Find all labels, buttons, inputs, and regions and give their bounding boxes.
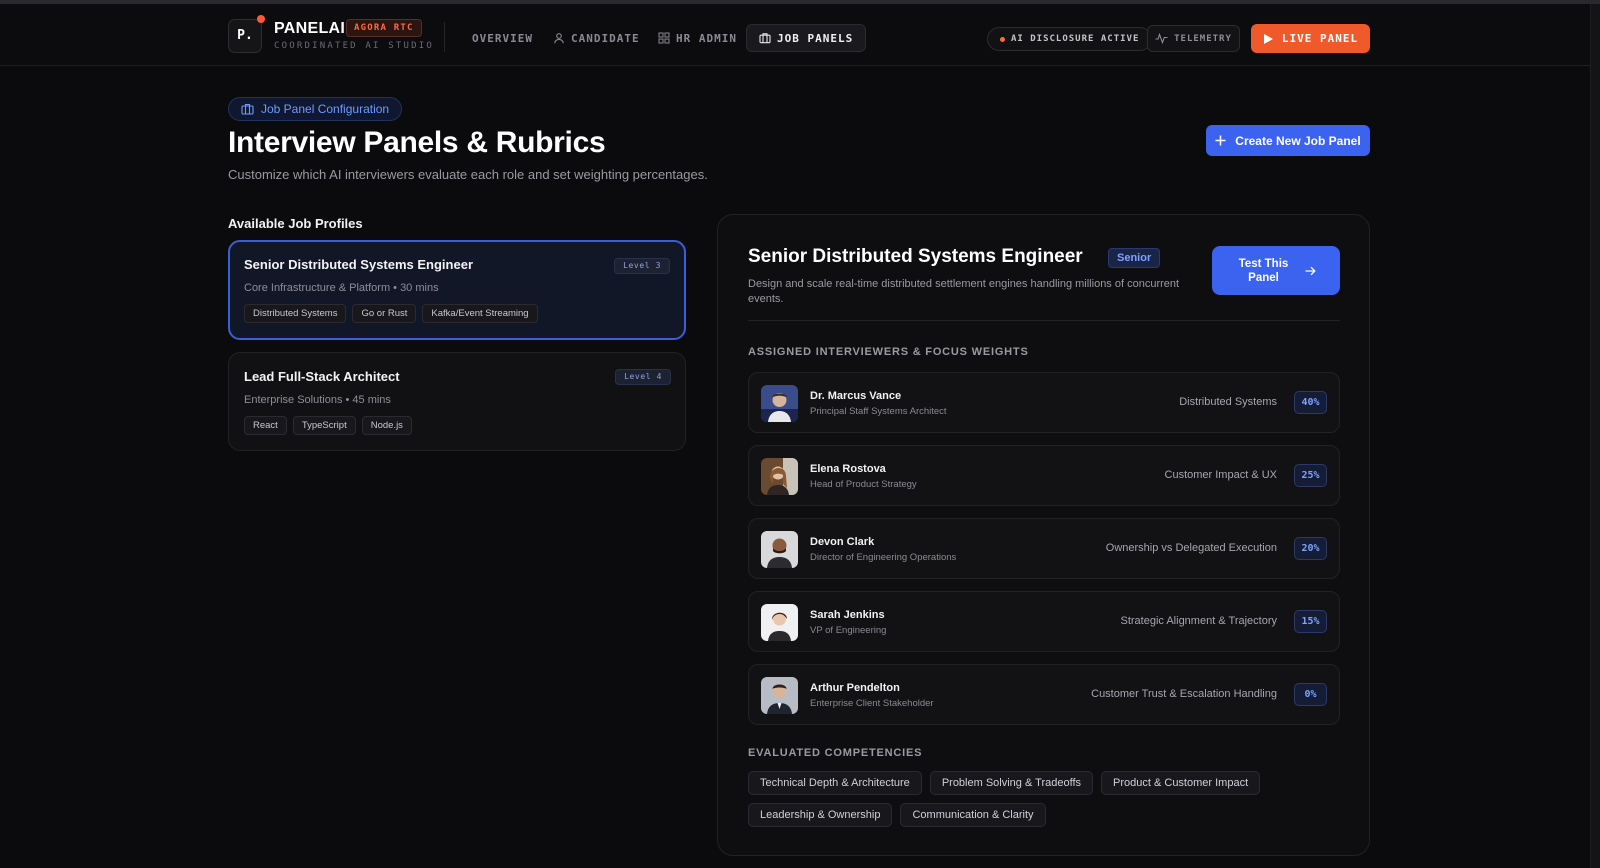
competency-tag: Product & Customer Impact xyxy=(1101,771,1261,795)
nav-divider xyxy=(444,22,445,52)
job-profiles-heading: Available Job Profiles xyxy=(228,216,363,231)
competencies-heading: EVALUATED COMPETENCIES xyxy=(748,747,923,759)
job-tag: Distributed Systems xyxy=(244,304,347,323)
focus-area: Ownership vs Delegated Execution xyxy=(1105,542,1277,554)
interviewer-row[interactable]: Arthur Pendelton Enterprise Client Stake… xyxy=(748,664,1340,725)
competency-tag: Problem Solving & Tradeoffs xyxy=(929,771,1094,795)
competency-tag: Communication & Clarity xyxy=(900,803,1046,827)
nav-item-label: OVERVIEW xyxy=(472,31,533,45)
avatar xyxy=(761,604,798,641)
interviewer-row[interactable]: Elena Rostova Head of Product Strategy C… xyxy=(748,445,1340,506)
nav-item-label: JOB PANELS xyxy=(777,31,854,45)
page-title: Interview Panels & Rubrics xyxy=(228,126,606,159)
create-job-panel-button[interactable]: Create New Job Panel xyxy=(1206,125,1370,156)
live-panel-button[interactable]: LIVE PANEL xyxy=(1251,24,1370,53)
job-tag: Node.js xyxy=(361,416,412,435)
job-tag: React xyxy=(244,416,287,435)
job-card-lead-full-stack[interactable]: Lead Full-Stack Architect Level 4 Enterp… xyxy=(228,352,686,451)
seniority-badge: Senior xyxy=(1108,248,1161,268)
focus-weight[interactable]: 20% xyxy=(1294,537,1327,560)
detail-title: Senior Distributed Systems Engineer xyxy=(748,246,1083,267)
page-subtitle: Customize which AI interviewers evaluate… xyxy=(228,167,708,182)
job-panel-config-label: Job Panel Configuration xyxy=(261,102,390,116)
test-panel-label: Test This Panel xyxy=(1238,257,1289,284)
ai-disclosure-badge: AI DISCLOSURE ACTIVE xyxy=(987,27,1153,51)
divider xyxy=(748,320,1340,321)
nav-item-hr-admin[interactable]: HR ADMIN xyxy=(646,24,749,52)
focus-weight[interactable]: 15% xyxy=(1294,610,1327,633)
interviewer-role: Head of Product Strategy xyxy=(810,479,917,490)
interviewer-role: Enterprise Client Stakeholder xyxy=(810,698,934,709)
job-tag: TypeScript xyxy=(292,416,356,435)
nav-item-label: CANDIDATE xyxy=(571,31,640,45)
telemetry-button[interactable]: TELEMETRY xyxy=(1147,25,1240,52)
job-meta: Core Infrastructure & Platform • 30 mins xyxy=(244,282,439,294)
plus-icon xyxy=(1215,135,1226,146)
brand-name: PANELAI xyxy=(274,20,346,37)
job-card-senior-distributed[interactable]: Senior Distributed Systems Engineer Leve… xyxy=(228,240,686,340)
job-panel-detail: Senior Distributed Systems Engineer Seni… xyxy=(717,214,1370,856)
job-tag: Kafka/Event Streaming xyxy=(422,304,538,323)
activity-icon xyxy=(1155,33,1168,44)
create-job-panel-label: Create New Job Panel xyxy=(1235,133,1361,148)
level-badge: Level 3 xyxy=(614,258,670,274)
job-title: Lead Full-Stack Architect xyxy=(244,369,400,384)
interviewer-role: Director of Engineering Operations xyxy=(810,552,957,563)
status-dot-icon xyxy=(257,15,265,23)
focus-weight[interactable]: 40% xyxy=(1294,391,1327,414)
grid-icon xyxy=(658,32,670,44)
ai-disclosure-label: AI DISCLOSURE ACTIVE xyxy=(1011,34,1140,44)
brand-subtitle: COORDINATED AI STUDIO xyxy=(274,41,434,51)
job-panel-config-chip: Job Panel Configuration xyxy=(228,97,403,121)
job-tag: Go or Rust xyxy=(352,304,417,323)
avatar xyxy=(761,458,798,495)
focus-area: Customer Impact & UX xyxy=(1164,469,1277,481)
job-title: Senior Distributed Systems Engineer xyxy=(244,257,474,272)
focus-area: Customer Trust & Escalation Handling xyxy=(1091,688,1277,700)
competency-tag: Leadership & Ownership xyxy=(748,803,893,827)
job-meta: Enterprise Solutions • 45 mins xyxy=(244,394,391,406)
competency-tag: Technical Depth & Architecture xyxy=(748,771,922,795)
play-icon xyxy=(1263,33,1273,44)
logo-icon[interactable]: P. xyxy=(228,19,262,53)
user-icon xyxy=(554,33,564,44)
interviewer-name: Elena Rostova xyxy=(810,463,886,475)
avatar xyxy=(761,531,798,568)
briefcase-icon xyxy=(241,103,254,115)
avatar xyxy=(761,677,798,714)
avatar xyxy=(761,385,798,422)
top-nav: P. PANELAI AGORA RTC COORDINATED AI STUD… xyxy=(0,4,1590,66)
interviewer-row[interactable]: Devon Clark Director of Engineering Oper… xyxy=(748,518,1340,579)
interviewer-name: Sarah Jenkins xyxy=(810,609,885,621)
nav-item-candidate[interactable]: CANDIDATE xyxy=(541,24,652,52)
live-panel-label: LIVE PANEL xyxy=(1281,32,1359,45)
level-badge: Level 4 xyxy=(615,369,671,385)
interviewer-row[interactable]: Sarah Jenkins VP of Engineering Strategi… xyxy=(748,591,1340,652)
interviewer-name: Arthur Pendelton xyxy=(810,682,900,694)
scrollbar[interactable] xyxy=(1590,4,1600,868)
interviewer-role: VP of Engineering xyxy=(810,625,887,636)
telemetry-label: TELEMETRY xyxy=(1174,33,1232,44)
test-panel-button[interactable]: Test This Panel xyxy=(1212,246,1340,295)
focus-area: Distributed Systems xyxy=(1179,396,1277,408)
interviewer-role: Principal Staff Systems Architect xyxy=(810,406,947,417)
job-tags: React TypeScript Node.js xyxy=(244,416,670,435)
arrow-right-icon xyxy=(1305,266,1316,275)
interviewers-heading: ASSIGNED INTERVIEWERS & FOCUS WEIGHTS xyxy=(748,346,1029,358)
interviewer-row[interactable]: Dr. Marcus Vance Principal Staff Systems… xyxy=(748,372,1340,433)
focus-area: Strategic Alignment & Trajectory xyxy=(1120,615,1277,627)
competency-list: Technical Depth & Architecture Problem S… xyxy=(748,771,1340,827)
nav-item-label: HR ADMIN xyxy=(676,31,737,45)
status-dot-icon xyxy=(1000,36,1005,42)
brand-badge: AGORA RTC xyxy=(346,19,422,37)
interviewer-name: Devon Clark xyxy=(810,536,875,548)
detail-description: Design and scale real-time distributed s… xyxy=(748,278,1180,305)
interviewer-name: Dr. Marcus Vance xyxy=(810,390,902,402)
briefcase-icon xyxy=(759,33,771,44)
focus-weight[interactable]: 0% xyxy=(1294,683,1327,706)
focus-weight[interactable]: 25% xyxy=(1294,464,1327,487)
job-tags: Distributed Systems Go or Rust Kafka/Eve… xyxy=(244,304,670,323)
nav-item-overview[interactable]: OVERVIEW xyxy=(460,24,545,52)
nav-item-job-panels[interactable]: JOB PANELS xyxy=(746,24,867,52)
